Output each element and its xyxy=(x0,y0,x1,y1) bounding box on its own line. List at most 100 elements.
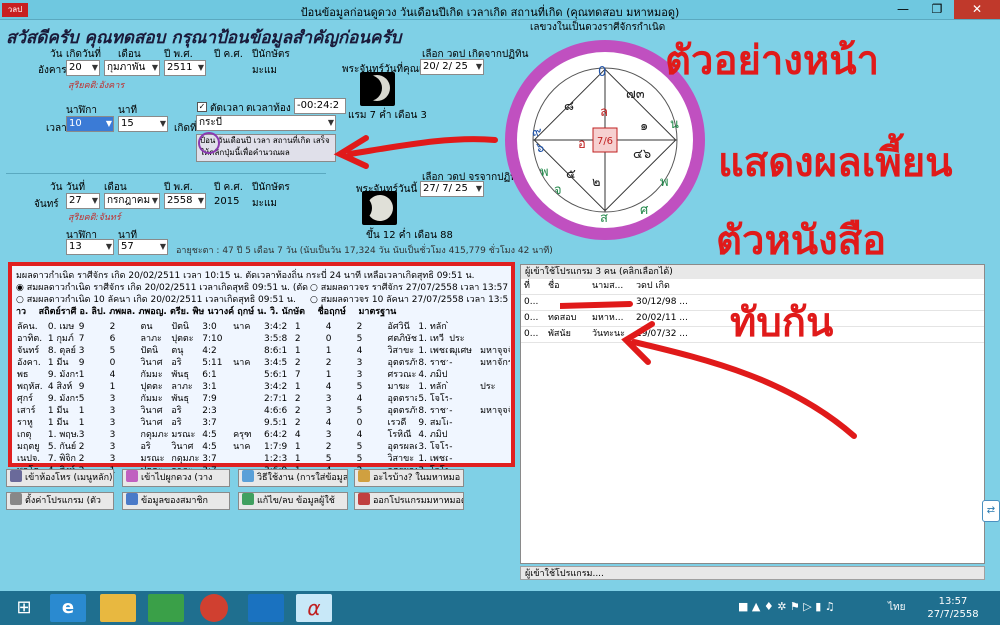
table-cell: 4:6:6 xyxy=(264,406,288,416)
age-text: อายุชะตา : 47 ปี 5 เดือน 7 วัน (นับเป็นว… xyxy=(176,246,553,256)
birth-year-select[interactable]: 2511 ▼ xyxy=(164,60,206,76)
table-cell xyxy=(479,453,510,465)
birth-hour-select[interactable]: 10 ▼ xyxy=(66,116,114,132)
wheel-house-label: 0 xyxy=(598,65,606,80)
wheel-house-label: ๘ xyxy=(564,99,574,114)
birth-date-select[interactable]: 20 ▼ xyxy=(66,60,100,76)
table-cell: 4 xyxy=(325,382,332,392)
edit-user-button[interactable]: แก้ไข/ลบ ข้อมูลผู้ใช้ xyxy=(238,492,348,510)
cut-time-checkbox[interactable]: ✓ xyxy=(197,102,207,112)
table-cell: 0 xyxy=(356,418,363,428)
today-date-select[interactable]: 27 ▼ xyxy=(66,193,100,209)
table-cell[interactable]: 0... xyxy=(521,294,545,311)
table-cell: 5:6:1 xyxy=(264,370,288,380)
windows-start-icon[interactable]: ⊞ xyxy=(6,594,42,622)
language-indicator[interactable]: ไทย xyxy=(888,600,905,615)
tools-icon xyxy=(10,493,22,505)
table-cell[interactable]: 0... xyxy=(521,310,545,327)
wheel-house-label: น xyxy=(670,117,679,132)
table-cell: 3 xyxy=(78,430,85,440)
birth-place-select[interactable]: กระบี่ ▼ xyxy=(196,115,336,131)
table-row: อังคา. 1 มีน 9 0 วินาศ อริ 5:11 นาค 3:4:5 2 2 3 อุตต… xyxy=(16,357,510,369)
tray-icons[interactable]: ■ ▲ ♦ ✲ ⚑ ▷ ▮ ♫ xyxy=(738,600,888,613)
table-cell: นาค xyxy=(233,358,251,368)
today-calendar-picker[interactable]: 27/ 7/ 25 ▼ xyxy=(420,181,484,197)
table-cell: 1 xyxy=(294,322,301,332)
table-cell: 1 มีน xyxy=(47,358,69,368)
label-timezone: ตเวลาท้อง xyxy=(246,103,291,114)
teamviewer-tab-icon[interactable]: ⇄ xyxy=(982,500,1000,522)
close-icon[interactable]: ✕ xyxy=(954,0,1000,19)
chrome-icon[interactable] xyxy=(200,594,228,622)
wheel-house-label: พ xyxy=(660,175,669,190)
settings-button[interactable]: ตั้งค่าโปรแกรม (ตัว xyxy=(6,492,114,510)
table-cell: เรวดี xyxy=(387,418,407,428)
today-sarit: สุริยคติ:จันทร์ xyxy=(68,213,121,223)
wheel-house-label: พ xyxy=(540,165,549,180)
table-cell: อริ xyxy=(171,406,182,416)
timezone-offset-field[interactable]: -00:24:2 xyxy=(294,98,346,114)
table-cell: วินาศ xyxy=(140,406,163,416)
about-button[interactable]: อะไรบ้าง? ในมหาหมอ xyxy=(354,469,464,487)
birth-sarit: สุริยคติ:อังคาร xyxy=(68,81,125,91)
results-panel: มผลดาวกำเนิด ราศีจักร เกิด 20/02/2511 เว… xyxy=(8,262,515,476)
table-cell xyxy=(232,453,263,465)
table-cell[interactable]: 0... xyxy=(521,326,545,343)
table-cell: 6:1 xyxy=(202,370,217,380)
minimize-icon[interactable]: — xyxy=(886,0,920,19)
help-button[interactable]: วิธีใช้งาน (การใส่ข้อมูล) xyxy=(238,469,348,487)
members-button[interactable]: ข้อมูลของสมาชิก xyxy=(122,492,230,510)
table-cell xyxy=(479,393,510,405)
table-cell: 1. เทวี xyxy=(418,334,444,344)
table-cell: 3 xyxy=(325,406,332,416)
wheel-house-label: จ xyxy=(554,183,562,198)
internet-explorer-icon[interactable]: e xyxy=(50,594,86,622)
wheel-house-label: อ xyxy=(578,137,586,152)
table-cell: นาค xyxy=(233,442,251,452)
horoscope-button[interactable]: เข้าไปผูกดวง (วาง xyxy=(122,469,230,487)
birth-month-select[interactable]: กุมภาพัน ▼ xyxy=(104,60,160,76)
table-cell: 1 xyxy=(294,346,301,356)
store-icon[interactable] xyxy=(148,594,184,622)
table-cell: 2 xyxy=(78,442,85,452)
birth-calendar-picker[interactable]: 20/ 2/ 25 ▼ xyxy=(420,59,484,75)
file-explorer-icon[interactable] xyxy=(100,594,136,622)
table-cell: 4 xyxy=(356,394,363,404)
table-row: ศุกร์ 9. มังกร 5 3 กัมมะ พันธุ 7:9 2:7:1 2 3 4 อุตต… xyxy=(16,393,510,405)
table-cell: 3:0 xyxy=(202,322,217,332)
today-year-select[interactable]: 2558 ▼ xyxy=(164,193,206,209)
table-cell: 4 xyxy=(356,430,363,440)
table-row: ราหู 1 มีน 1 3 วินาศ อริ 3:7 9.5:1 2 4 0 เรวดี 9. สม… xyxy=(16,417,510,429)
table-cell: 1 xyxy=(109,382,116,392)
table-cell: 1. พฤษภ xyxy=(47,430,78,440)
table-row: เสาร์ 1 มีน 1 3 วินาศ อริ 2:3 4:6:6 2 3 5 อุตตรภัทร… xyxy=(16,405,510,417)
teamviewer-icon[interactable] xyxy=(248,594,284,622)
table-cell: ประ xyxy=(449,334,465,344)
table-cell: 1 xyxy=(325,370,332,380)
today-minute-select[interactable]: 57 ▼ xyxy=(118,239,168,255)
edit-icon xyxy=(242,493,254,505)
table-cell: 0. เมษ xyxy=(47,322,75,332)
clock[interactable]: 13:57 27/7/2558 xyxy=(910,595,996,621)
table-cell: 5:11 xyxy=(202,358,223,368)
maximize-icon[interactable]: ❐ xyxy=(920,0,954,19)
table-cell xyxy=(232,381,263,393)
table-cell: 3:1 xyxy=(202,382,217,392)
table-row: จันทร์ 8. ตุลย์ 3 5 ปัตนิ ตนุ 4:2 8:6:1 1 1 4 วิสาข… xyxy=(16,345,510,357)
table-cell: 4:5 xyxy=(202,430,217,440)
column-header[interactable]: ที่ xyxy=(521,279,545,295)
birth-minute-select[interactable]: 15 ▼ xyxy=(118,116,168,132)
today-month-select[interactable]: กรกฎาคม ▼ xyxy=(104,193,160,209)
main-menu-button[interactable]: เข้าห้องโหร (เมนูหลัก) xyxy=(6,469,114,487)
wheel-center-text: 7/6 xyxy=(597,136,613,147)
wheel-house-label: ส xyxy=(600,211,608,226)
exit-button[interactable]: ออกโปรแกรมมหาหมอดู xyxy=(354,492,464,510)
table-cell: ศรวณะ xyxy=(387,370,417,380)
table-cell: 2 xyxy=(294,406,301,416)
table-cell: 4 สิงห์ xyxy=(47,382,73,392)
table-cell: 1 xyxy=(325,346,332,356)
mahamodu-app-icon[interactable]: α xyxy=(296,594,332,622)
today-hour-select[interactable]: 13 ▼ xyxy=(66,239,114,255)
table-cell: 9 xyxy=(78,382,85,392)
table-cell: - xyxy=(449,442,453,452)
